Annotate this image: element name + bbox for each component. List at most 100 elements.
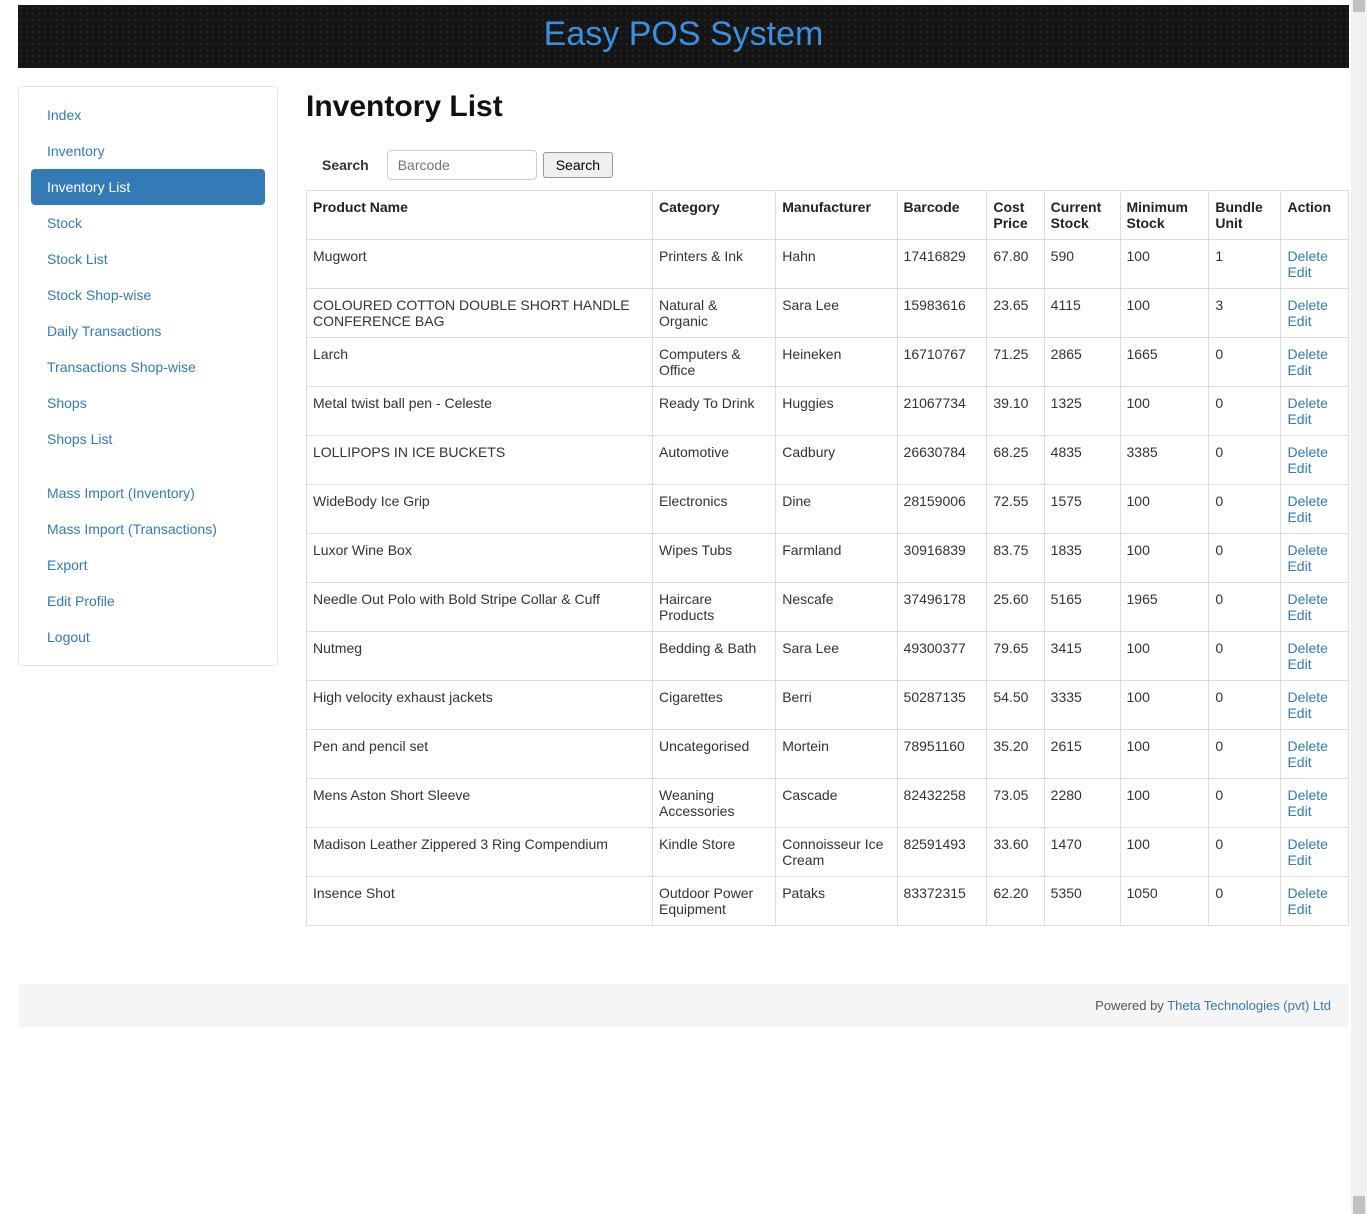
td-current-stock: 3335 [1044, 681, 1120, 730]
delete-link[interactable]: Delete [1287, 640, 1342, 656]
sidebar-item-inventory-list[interactable]: Inventory List [31, 169, 265, 205]
td-bundle-unit: 0 [1209, 877, 1281, 926]
edit-link[interactable]: Edit [1287, 558, 1342, 574]
td-current-stock: 3415 [1044, 632, 1120, 681]
td-action: DeleteEdit [1281, 681, 1349, 730]
td-cost-price: 33.60 [987, 828, 1044, 877]
search-button[interactable]: Search [543, 152, 613, 178]
td-minimum-stock: 100 [1120, 681, 1209, 730]
edit-link[interactable]: Edit [1287, 509, 1342, 525]
th-action: Action [1281, 191, 1349, 240]
edit-link[interactable]: Edit [1287, 852, 1342, 868]
delete-link[interactable]: Delete [1287, 346, 1342, 362]
td-product-name: Needle Out Polo with Bold Stripe Collar … [307, 583, 653, 632]
td-minimum-stock: 100 [1120, 730, 1209, 779]
td-barcode: 15983616 [897, 289, 987, 338]
edit-link[interactable]: Edit [1287, 460, 1342, 476]
td-barcode: 37496178 [897, 583, 987, 632]
edit-link[interactable]: Edit [1287, 607, 1342, 623]
table-row: Needle Out Polo with Bold Stripe Collar … [307, 583, 1349, 632]
edit-link[interactable]: Edit [1287, 411, 1342, 427]
sidebar-item-daily-transactions[interactable]: Daily Transactions [31, 313, 265, 349]
td-barcode: 26630784 [897, 436, 987, 485]
td-minimum-stock: 1050 [1120, 877, 1209, 926]
td-category: Outdoor Power Equipment [653, 877, 776, 926]
delete-link[interactable]: Delete [1287, 542, 1342, 558]
td-product-name: Luxor Wine Box [307, 534, 653, 583]
search-label: Search [322, 157, 369, 173]
edit-link[interactable]: Edit [1287, 754, 1342, 770]
td-barcode: 17416829 [897, 240, 987, 289]
edit-link[interactable]: Edit [1287, 705, 1342, 721]
th-product-name: Product Name [307, 191, 653, 240]
table-row: MugwortPrinters & InkHahn1741682967.8059… [307, 240, 1349, 289]
td-manufacturer: Pataks [776, 877, 897, 926]
sidebar-item-edit-profile[interactable]: Edit Profile [31, 583, 265, 619]
sidebar-item-logout[interactable]: Logout [31, 619, 265, 655]
th-barcode: Barcode [897, 191, 987, 240]
delete-link[interactable]: Delete [1287, 248, 1342, 264]
td-manufacturer: Sara Lee [776, 289, 897, 338]
sidebar-item-mass-import-transactions[interactable]: Mass Import (Transactions) [31, 511, 265, 547]
sidebar-item-index[interactable]: Index [31, 97, 265, 133]
delete-link[interactable]: Delete [1287, 493, 1342, 509]
th-minimum-stock: Minimum Stock [1120, 191, 1209, 240]
delete-link[interactable]: Delete [1287, 787, 1342, 803]
sidebar-item-shops[interactable]: Shops [31, 385, 265, 421]
scrollbar-thumb[interactable] [1353, 1196, 1365, 1214]
search-input[interactable] [387, 150, 537, 180]
edit-link[interactable]: Edit [1287, 264, 1342, 280]
delete-link[interactable]: Delete [1287, 297, 1342, 313]
table-row: LOLLIPOPS IN ICE BUCKETSAutomotiveCadbur… [307, 436, 1349, 485]
edit-link[interactable]: Edit [1287, 901, 1342, 917]
th-bundle-unit: Bundle Unit [1209, 191, 1281, 240]
delete-link[interactable]: Delete [1287, 738, 1342, 754]
td-category: Kindle Store [653, 828, 776, 877]
delete-link[interactable]: Delete [1287, 689, 1342, 705]
td-minimum-stock: 100 [1120, 485, 1209, 534]
delete-link[interactable]: Delete [1287, 444, 1342, 460]
table-row: WideBody Ice GripElectronicsDine28159006… [307, 485, 1349, 534]
sidebar-item-transactions-shop-wise[interactable]: Transactions Shop-wise [31, 349, 265, 385]
sidebar-item-stock[interactable]: Stock [31, 205, 265, 241]
td-barcode: 82591493 [897, 828, 987, 877]
table-row: COLOURED COTTON DOUBLE SHORT HANDLE CONF… [307, 289, 1349, 338]
td-minimum-stock: 3385 [1120, 436, 1209, 485]
sidebar-item-shops-list[interactable]: Shops List [31, 421, 265, 457]
td-product-name: COLOURED COTTON DOUBLE SHORT HANDLE CONF… [307, 289, 653, 338]
td-cost-price: 62.20 [987, 877, 1044, 926]
sidebar-item-stock-shop-wise[interactable]: Stock Shop-wise [31, 277, 265, 313]
edit-link[interactable]: Edit [1287, 313, 1342, 329]
sidebar-item-mass-import-inventory[interactable]: Mass Import (Inventory) [31, 475, 265, 511]
delete-link[interactable]: Delete [1287, 591, 1342, 607]
sidebar-item-stock-list[interactable]: Stock List [31, 241, 265, 277]
td-cost-price: 39.10 [987, 387, 1044, 436]
delete-link[interactable]: Delete [1287, 836, 1342, 852]
delete-link[interactable]: Delete [1287, 885, 1342, 901]
table-row: Pen and pencil setUncategorisedMortein78… [307, 730, 1349, 779]
td-product-name: WideBody Ice Grip [307, 485, 653, 534]
edit-link[interactable]: Edit [1287, 656, 1342, 672]
td-bundle-unit: 0 [1209, 632, 1281, 681]
inventory-table: Product Name Category Manufacturer Barco… [306, 190, 1349, 926]
td-product-name: Insence Shot [307, 877, 653, 926]
footer-link[interactable]: Theta Technologies (pvt) Ltd [1167, 998, 1331, 1013]
edit-link[interactable]: Edit [1287, 803, 1342, 819]
td-bundle-unit: 0 [1209, 730, 1281, 779]
edit-link[interactable]: Edit [1287, 362, 1342, 378]
delete-link[interactable]: Delete [1287, 395, 1342, 411]
td-action: DeleteEdit [1281, 828, 1349, 877]
td-bundle-unit: 3 [1209, 289, 1281, 338]
td-cost-price: 73.05 [987, 779, 1044, 828]
td-current-stock: 2280 [1044, 779, 1120, 828]
td-category: Ready To Drink [653, 387, 776, 436]
td-bundle-unit: 0 [1209, 436, 1281, 485]
td-product-name: LOLLIPOPS IN ICE BUCKETS [307, 436, 653, 485]
td-minimum-stock: 100 [1120, 632, 1209, 681]
sidebar-item-inventory[interactable]: Inventory [31, 133, 265, 169]
sidebar-item-export[interactable]: Export [31, 547, 265, 583]
scrollbar-thumb[interactable] [1353, 0, 1365, 12]
scrollbar-vertical[interactable] [1351, 0, 1367, 1214]
td-manufacturer: Cascade [776, 779, 897, 828]
td-category: Weaning Accessories [653, 779, 776, 828]
